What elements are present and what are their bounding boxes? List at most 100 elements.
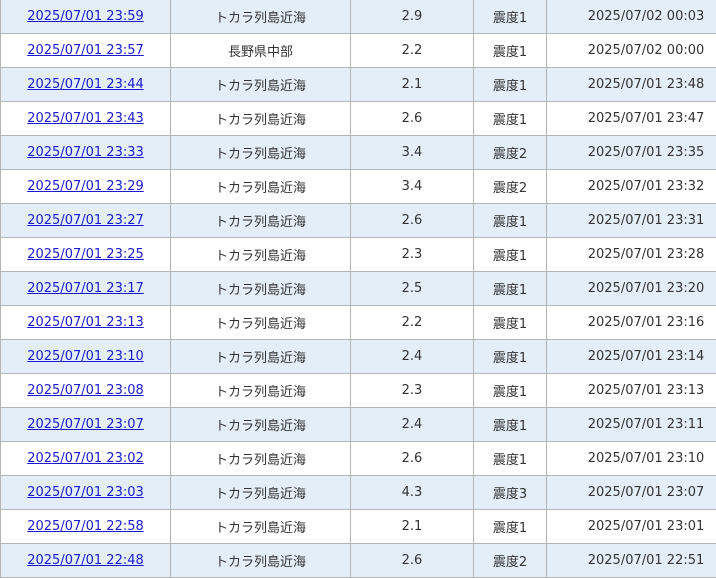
published-time-cell: 2025/07/02 00:03 xyxy=(547,0,716,34)
magnitude-cell: 2.6 xyxy=(351,204,474,238)
intensity-cell: 震度1 xyxy=(474,68,547,102)
published-time: 2025/07/01 23:20 xyxy=(588,281,705,296)
magnitude-cell: 2.1 xyxy=(351,510,474,544)
occurrence-time-cell: 2025/07/01 23:59 xyxy=(1,0,171,34)
earthquake-table: 2025/07/01 23:59 トカラ列島近海 2.9 震度1 2025/07… xyxy=(0,0,716,578)
table-row: 2025/07/01 23:57 長野県中部 2.2 震度1 2025/07/0… xyxy=(1,34,716,68)
magnitude-cell: 2.4 xyxy=(351,340,474,374)
magnitude-value: 2.1 xyxy=(402,519,423,534)
table-row: 2025/07/01 23:43 トカラ列島近海 2.6 震度1 2025/07… xyxy=(1,102,716,136)
region-name: トカラ列島近海 xyxy=(215,317,306,332)
region-name: 長野県中部 xyxy=(228,45,293,60)
published-time-cell: 2025/07/01 23:48 xyxy=(547,68,716,102)
max-intensity: 震度2 xyxy=(493,555,527,570)
occurrence-time-link[interactable]: 2025/07/01 23:44 xyxy=(27,77,144,92)
published-time-cell: 2025/07/01 23:13 xyxy=(547,374,716,408)
intensity-cell: 震度2 xyxy=(474,170,547,204)
region-name: トカラ列島近海 xyxy=(215,79,306,94)
table-row: 2025/07/01 22:48 トカラ列島近海 2.6 震度2 2025/07… xyxy=(1,544,716,578)
magnitude-value: 2.4 xyxy=(402,417,423,432)
occurrence-time-link[interactable]: 2025/07/01 22:48 xyxy=(27,553,144,568)
occurrence-time-link[interactable]: 2025/07/01 23:02 xyxy=(27,451,144,466)
occurrence-time-link[interactable]: 2025/07/01 23:13 xyxy=(27,315,144,330)
region-cell: トカラ列島近海 xyxy=(171,272,351,306)
region-name: トカラ列島近海 xyxy=(215,249,306,264)
occurrence-time-link[interactable]: 2025/07/01 22:58 xyxy=(27,519,144,534)
published-time: 2025/07/01 23:11 xyxy=(588,417,705,432)
region-cell: トカラ列島近海 xyxy=(171,442,351,476)
occurrence-time-link[interactable]: 2025/07/01 23:17 xyxy=(27,281,144,296)
region-cell: トカラ列島近海 xyxy=(171,68,351,102)
table-row: 2025/07/01 23:27 トカラ列島近海 2.6 震度1 2025/07… xyxy=(1,204,716,238)
published-time-cell: 2025/07/01 23:20 xyxy=(547,272,716,306)
max-intensity: 震度1 xyxy=(493,215,527,230)
occurrence-time-link[interactable]: 2025/07/01 23:08 xyxy=(27,383,144,398)
occurrence-time-link[interactable]: 2025/07/01 23:29 xyxy=(27,179,144,194)
magnitude-value: 2.2 xyxy=(402,315,423,330)
magnitude-value: 2.9 xyxy=(402,9,423,24)
table-row: 2025/07/01 23:33 トカラ列島近海 3.4 震度2 2025/07… xyxy=(1,136,716,170)
intensity-cell: 震度1 xyxy=(474,204,547,238)
occurrence-time-link[interactable]: 2025/07/01 23:03 xyxy=(27,485,144,500)
magnitude-cell: 2.2 xyxy=(351,34,474,68)
occurrence-time-cell: 2025/07/01 23:25 xyxy=(1,238,171,272)
published-time-cell: 2025/07/01 23:16 xyxy=(547,306,716,340)
published-time: 2025/07/01 22:51 xyxy=(588,553,705,568)
magnitude-cell: 2.1 xyxy=(351,68,474,102)
published-time-cell: 2025/07/01 23:31 xyxy=(547,204,716,238)
occurrence-time-link[interactable]: 2025/07/01 23:57 xyxy=(27,43,144,58)
table-row: 2025/07/01 23:44 トカラ列島近海 2.1 震度1 2025/07… xyxy=(1,68,716,102)
occurrence-time-link[interactable]: 2025/07/01 23:07 xyxy=(27,417,144,432)
occurrence-time-cell: 2025/07/01 23:13 xyxy=(1,306,171,340)
magnitude-value: 4.3 xyxy=(402,485,423,500)
published-time-cell: 2025/07/01 23:01 xyxy=(547,510,716,544)
earthquake-table-body: 2025/07/01 23:59 トカラ列島近海 2.9 震度1 2025/07… xyxy=(1,0,716,578)
region-cell: トカラ列島近海 xyxy=(171,102,351,136)
intensity-cell: 震度2 xyxy=(474,136,547,170)
occurrence-time-cell: 2025/07/01 22:48 xyxy=(1,544,171,578)
published-time: 2025/07/01 23:47 xyxy=(588,111,705,126)
magnitude-cell: 2.6 xyxy=(351,442,474,476)
occurrence-time-link[interactable]: 2025/07/01 23:25 xyxy=(27,247,144,262)
magnitude-value: 2.6 xyxy=(402,111,423,126)
occurrence-time-link[interactable]: 2025/07/01 23:59 xyxy=(27,9,144,24)
region-name: トカラ列島近海 xyxy=(215,521,306,536)
region-name: トカラ列島近海 xyxy=(215,147,306,162)
occurrence-time-link[interactable]: 2025/07/01 23:33 xyxy=(27,145,144,160)
intensity-cell: 震度1 xyxy=(474,34,547,68)
intensity-cell: 震度1 xyxy=(474,306,547,340)
max-intensity: 震度1 xyxy=(493,351,527,366)
published-time-cell: 2025/07/01 23:47 xyxy=(547,102,716,136)
max-intensity: 震度1 xyxy=(493,385,527,400)
intensity-cell: 震度1 xyxy=(474,510,547,544)
magnitude-cell: 2.3 xyxy=(351,238,474,272)
published-time: 2025/07/01 23:48 xyxy=(588,77,705,92)
region-cell: トカラ列島近海 xyxy=(171,238,351,272)
published-time: 2025/07/01 23:32 xyxy=(588,179,705,194)
region-name: トカラ列島近海 xyxy=(215,385,306,400)
region-name: トカラ列島近海 xyxy=(215,487,306,502)
max-intensity: 震度1 xyxy=(493,317,527,332)
published-time-cell: 2025/07/02 00:00 xyxy=(547,34,716,68)
region-cell: トカラ列島近海 xyxy=(171,340,351,374)
max-intensity: 震度1 xyxy=(493,45,527,60)
region-cell: トカラ列島近海 xyxy=(171,476,351,510)
occurrence-time-cell: 2025/07/01 23:27 xyxy=(1,204,171,238)
published-time-cell: 2025/07/01 23:11 xyxy=(547,408,716,442)
region-name: トカラ列島近海 xyxy=(215,419,306,434)
occurrence-time-link[interactable]: 2025/07/01 23:27 xyxy=(27,213,144,228)
max-intensity: 震度1 xyxy=(493,453,527,468)
published-time: 2025/07/01 23:10 xyxy=(588,451,705,466)
occurrence-time-link[interactable]: 2025/07/01 23:43 xyxy=(27,111,144,126)
max-intensity: 震度2 xyxy=(493,147,527,162)
table-row: 2025/07/01 22:58 トカラ列島近海 2.1 震度1 2025/07… xyxy=(1,510,716,544)
published-time: 2025/07/02 00:03 xyxy=(588,9,705,24)
magnitude-value: 2.6 xyxy=(402,451,423,466)
published-time-cell: 2025/07/01 23:28 xyxy=(547,238,716,272)
intensity-cell: 震度1 xyxy=(474,238,547,272)
magnitude-cell: 2.2 xyxy=(351,306,474,340)
occurrence-time-link[interactable]: 2025/07/01 23:10 xyxy=(27,349,144,364)
occurrence-time-cell: 2025/07/01 22:58 xyxy=(1,510,171,544)
region-name: トカラ列島近海 xyxy=(215,11,306,26)
magnitude-cell: 2.5 xyxy=(351,272,474,306)
